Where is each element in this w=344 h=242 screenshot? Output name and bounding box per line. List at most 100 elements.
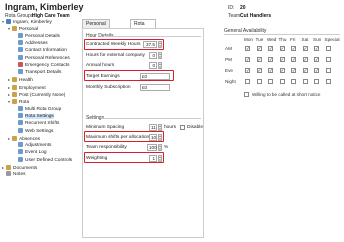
- availability-checkbox[interactable]: ✓: [268, 46, 273, 51]
- annual-hours-label: Annual hours: [86, 63, 115, 68]
- tree-item[interactable]: Rota Settings: [14, 112, 54, 120]
- tree-item-label: Notes: [13, 172, 26, 178]
- tree-item[interactable]: ▾ Personal: [8, 25, 38, 32]
- tree-item-label: Web Settings: [25, 128, 54, 134]
- availability-checkbox[interactable]: ✓: [268, 57, 273, 62]
- availability-checkbox[interactable]: ✓: [302, 57, 308, 62]
- external-hours-spinner[interactable]: ▴ ▾: [158, 52, 162, 59]
- tree-item[interactable]: Emergency Contacts: [14, 61, 70, 69]
- tree-node-icon: [18, 39, 23, 45]
- tree-item[interactable]: Addresses: [14, 39, 48, 47]
- availability-checkbox[interactable]: ✓: [268, 68, 273, 73]
- tree-item[interactable]: Notes: [2, 171, 26, 178]
- tree-item-label: Documents: [13, 166, 38, 171]
- team-responsibility-spinner[interactable]: ▴ ▾: [158, 144, 162, 151]
- tree-item-label: Transport Details: [25, 70, 62, 76]
- tree-node-icon: [18, 149, 23, 155]
- availability-row-label: AM: [225, 46, 232, 51]
- availability-checkbox[interactable]: ✓: [279, 46, 285, 51]
- id-label: ID:: [228, 5, 235, 11]
- availability-checkbox[interactable]: ✓: [291, 57, 296, 62]
- tree-item[interactable]: Contact Information: [14, 47, 67, 54]
- minimum-spacing-input[interactable]: 11: [149, 124, 157, 131]
- tree-node-icon: [18, 54, 23, 60]
- tree-item[interactable]: Personal References: [14, 54, 70, 62]
- availability-checkbox[interactable]: ✓: [302, 46, 308, 51]
- availability-checkbox[interactable]: [325, 57, 331, 62]
- minimum-spacing-spinner[interactable]: ▴ ▾: [158, 124, 162, 131]
- availability-checkbox[interactable]: ✓: [302, 68, 308, 73]
- tree-item[interactable]: ▾ Rota: [8, 98, 29, 105]
- availability-checkbox[interactable]: [256, 79, 262, 84]
- tree-item[interactable]: Transport Details: [14, 69, 61, 76]
- availability-checkbox[interactable]: ✓: [245, 46, 250, 51]
- tree-item[interactable]: ▸ Documents: [2, 164, 37, 171]
- availability-checkbox[interactable]: [245, 79, 250, 84]
- availability-checkbox[interactable]: ✓: [291, 46, 296, 51]
- employee-name: Ingram, Kimberley: [5, 2, 84, 12]
- availability-row-label: PM: [225, 57, 232, 62]
- disable-label: Disable: [187, 125, 203, 130]
- navigation-tree: ▾ Ingram, Kimberley ▾ Personal Personal Deta…: [0, 18, 80, 242]
- tree-item[interactable]: Personal Details: [14, 32, 60, 40]
- availability-checkbox[interactable]: ✓: [256, 46, 262, 51]
- tree-node-icon: [18, 127, 23, 133]
- tree-node-icon: [18, 156, 23, 162]
- short-notice-checkbox[interactable]: [244, 92, 249, 97]
- tree-item-label: Emergency Contacts: [25, 62, 70, 68]
- team-value: Cut Handlers: [240, 13, 272, 19]
- availability-checkbox[interactable]: ✓: [245, 57, 250, 62]
- tree-item[interactable]: User Defined Controls: [14, 156, 72, 164]
- id-value: 20: [240, 5, 246, 11]
- annual-hours-input[interactable]: 0: [149, 62, 157, 69]
- tree-item-label: Rota Settings: [25, 113, 54, 119]
- availability-checkbox[interactable]: [325, 46, 331, 51]
- external-hours-label: Hours for external company: [86, 53, 145, 58]
- tree-item-label: Contact Information: [25, 48, 67, 54]
- tree-item[interactable]: Web Settings: [14, 127, 54, 135]
- availability-checkbox[interactable]: [325, 68, 331, 73]
- availability-checkbox[interactable]: ✓: [291, 68, 296, 73]
- general-availability-group: General Availability Mon Tue Wed Thu Fri Sat S…: [222, 28, 342, 118]
- availability-row-label: Night: [225, 79, 236, 84]
- availability-checkbox[interactable]: ✓: [279, 57, 285, 62]
- tree-item[interactable]: Multi Rota Group: [14, 105, 61, 113]
- tree-item[interactable]: ▸ Post (Currently None): [8, 91, 65, 98]
- availability-checkbox[interactable]: ✓: [256, 57, 262, 62]
- tree-item[interactable]: ▸ Absences: [8, 135, 40, 142]
- tree-item[interactable]: ▸ Health: [8, 76, 33, 83]
- monthly-subscription-input[interactable]: £0: [140, 84, 170, 91]
- team-responsibility-unit: %: [164, 145, 169, 150]
- availability-checkbox[interactable]: [279, 79, 285, 84]
- tree-item[interactable]: Event Log: [14, 149, 47, 156]
- availability-checkbox[interactable]: ✓: [314, 46, 319, 51]
- tab-personal-details[interactable]: Personal Details: [82, 19, 110, 35]
- tree-node-icon: [12, 99, 17, 105]
- tree-item[interactable]: Recurrent Shifts: [14, 120, 59, 127]
- annual-hours-spinner[interactable]: ▴ ▾: [158, 62, 162, 69]
- availability-checkbox[interactable]: [314, 79, 319, 84]
- team-responsibility-input[interactable]: 100: [147, 144, 157, 151]
- availability-checkbox[interactable]: ✓: [314, 68, 319, 73]
- tree-item-label: Employment: [19, 85, 46, 91]
- availability-checkbox[interactable]: ✓: [279, 68, 285, 73]
- disable-checkbox[interactable]: [180, 125, 185, 130]
- tree-item-label: Ingram, Kimberley: [13, 20, 52, 25]
- availability-checkbox[interactable]: ✓: [256, 68, 262, 73]
- short-notice-label: Willing to be called at short notice: [252, 92, 321, 97]
- tree-item-label: Post (Currently None): [19, 93, 66, 98]
- tree-item[interactable]: ▾ Ingram, Kimberley: [2, 18, 52, 25]
- availability-checkbox[interactable]: ✓: [314, 57, 319, 62]
- availability-checkbox[interactable]: [268, 79, 273, 84]
- day-header: Fri: [290, 37, 296, 42]
- tree-item[interactable]: Adjustments: [14, 142, 51, 149]
- availability-checkbox[interactable]: [291, 79, 296, 84]
- minimum-spacing-label: Minimum Spacing: [86, 125, 125, 130]
- tree-item[interactable]: ▸ Employment: [8, 84, 46, 91]
- availability-checkbox[interactable]: [302, 79, 308, 84]
- day-header: Tue: [255, 37, 264, 42]
- availability-checkbox[interactable]: ✓: [245, 68, 250, 73]
- availability-checkbox[interactable]: [325, 79, 331, 84]
- tree-item-label: Recurrent Shifts: [25, 121, 60, 127]
- external-hours-input[interactable]: 0: [149, 52, 157, 59]
